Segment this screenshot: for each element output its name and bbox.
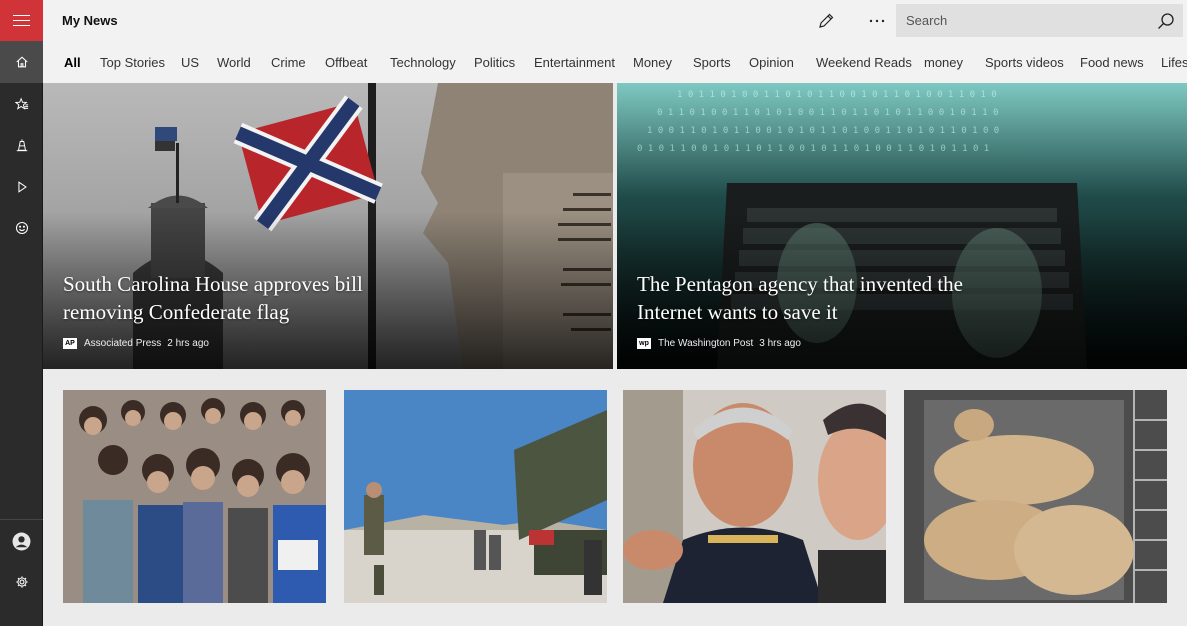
tab-all[interactable]: All <box>64 55 81 70</box>
tab-us[interactable]: US <box>181 55 199 70</box>
favorites-icon[interactable] <box>0 83 43 125</box>
tab-politics[interactable]: Politics <box>474 55 515 70</box>
tab-weekend-reads[interactable]: Weekend Reads <box>816 55 912 70</box>
tab-entertainment[interactable]: Entertainment <box>534 55 615 70</box>
source-logo: AP <box>63 338 77 349</box>
source-logo: wp <box>637 338 651 349</box>
local-icon[interactable] <box>0 124 43 166</box>
hero-headline[interactable]: The Pentagon agency that invented the In… <box>637 270 997 326</box>
hero-meta: wp The Washington Post 3 hrs ago <box>637 338 801 349</box>
tab-money[interactable]: Money <box>633 55 672 70</box>
tab-top-stories[interactable]: Top Stories <box>100 55 165 70</box>
tab-world[interactable]: World <box>217 55 251 70</box>
story-image-missile <box>344 390 607 603</box>
search-icon[interactable] <box>1157 12 1175 30</box>
hero-meta: AP Associated Press 2 hrs ago <box>63 338 209 349</box>
tab-sports[interactable]: Sports <box>693 55 731 70</box>
story-image-lion-cubs <box>904 390 1167 603</box>
navigation-rail <box>0 0 43 626</box>
tab-lifestyle[interactable]: Lifestyle <box>1161 55 1187 70</box>
category-tabs: All Top Stories US World Crime Offbeat T… <box>43 41 1187 83</box>
hero-image-flag <box>43 83 613 369</box>
source-name: The Washington Post <box>658 338 754 349</box>
more-options-icon[interactable] <box>861 6 893 36</box>
app-title: My News <box>62 13 118 28</box>
tab-opinion[interactable]: Opinion <box>749 55 794 70</box>
story-card-1[interactable] <box>63 390 326 603</box>
account-icon[interactable] <box>0 520 43 562</box>
tab-crime[interactable]: Crime <box>271 55 306 70</box>
tab-offbeat[interactable]: Offbeat <box>325 55 367 70</box>
search-input[interactable] <box>896 4 1146 37</box>
hero-headline[interactable]: South Carolina House approves bill remov… <box>63 270 423 326</box>
story-image-crowd <box>63 390 326 603</box>
tab-food-news[interactable]: Food news <box>1080 55 1144 70</box>
hero-image-keyboard: 1 0 1 1 0 1 0 0 1 1 0 1 0 1 1 0 0 1 0 1 … <box>617 83 1187 369</box>
edit-icon[interactable] <box>810 6 842 36</box>
story-card-3[interactable] <box>623 390 886 603</box>
title-bar: My News <box>43 0 1187 41</box>
home-icon[interactable] <box>0 41 43 83</box>
emoji-icon[interactable] <box>0 207 43 249</box>
source-name: Associated Press <box>84 338 162 349</box>
menu-icon[interactable] <box>0 0 43 41</box>
tab-sports-videos[interactable]: Sports videos <box>985 55 1064 70</box>
story-card-4[interactable] <box>904 390 1167 603</box>
search-box[interactable] <box>896 4 1183 37</box>
story-card-2[interactable] <box>344 390 607 603</box>
timestamp: 2 hrs ago <box>167 338 209 349</box>
hero-story-1[interactable]: South Carolina House approves bill remov… <box>43 83 613 369</box>
story-image-officials <box>623 390 886 603</box>
tab-money-lower[interactable]: money <box>924 55 963 70</box>
hero-story-2[interactable]: 1 0 1 1 0 1 0 0 1 1 0 1 0 1 1 0 0 1 0 1 … <box>617 83 1187 369</box>
timestamp: 3 hrs ago <box>759 338 801 349</box>
settings-icon[interactable] <box>0 561 43 603</box>
tab-technology[interactable]: Technology <box>390 55 456 70</box>
video-icon[interactable] <box>0 166 43 208</box>
